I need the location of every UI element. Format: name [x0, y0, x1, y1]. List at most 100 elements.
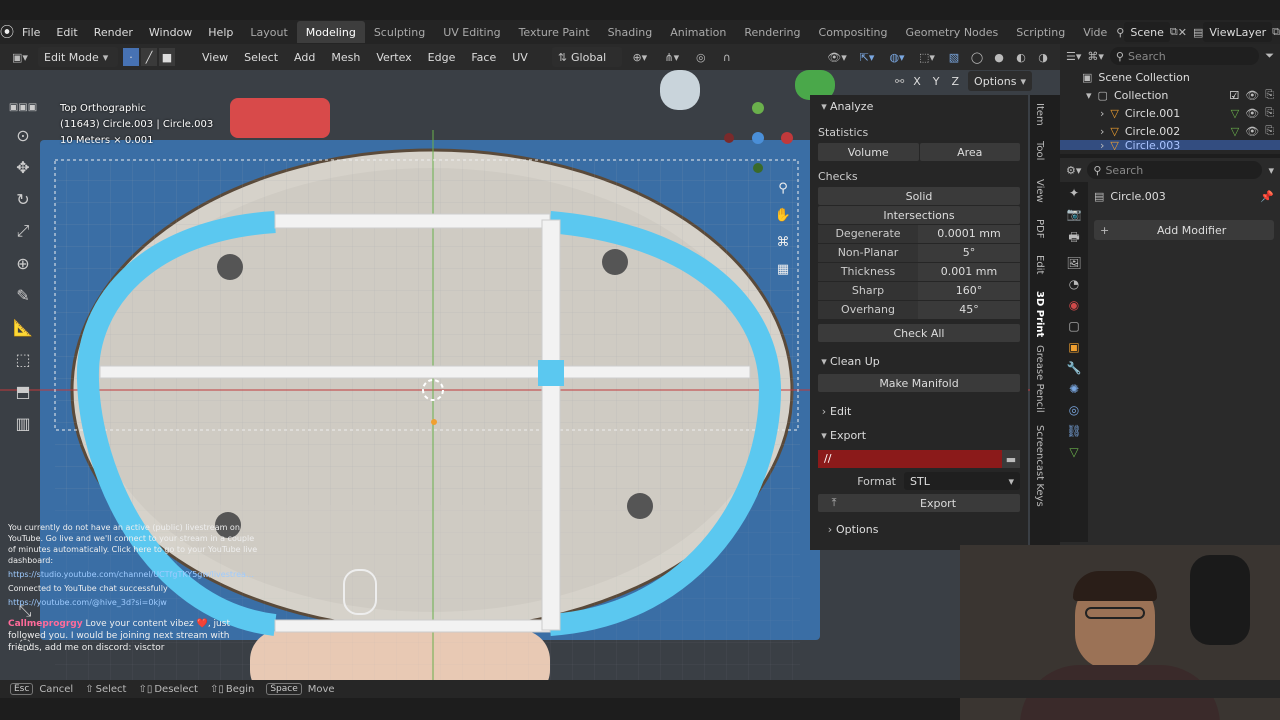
edge-select-icon[interactable]: ╱ [140, 47, 158, 67]
options-dropdown[interactable]: Options ▾ [968, 71, 1033, 91]
menu-window[interactable]: Window [141, 26, 200, 39]
area-button[interactable]: Area [919, 143, 1020, 161]
output-tab-icon[interactable]: 🖶 [1068, 228, 1079, 249]
material-shading-icon[interactable]: ◐ [1012, 51, 1030, 64]
select-box-tool-icon[interactable]: ▣▣▣ [8, 96, 38, 118]
object-name[interactable]: Circle.003 [1110, 190, 1254, 203]
tab-compositing[interactable]: Compositing [810, 21, 897, 43]
snap-icon[interactable]: ⋔▾ [658, 51, 686, 64]
annotate-tool-icon[interactable]: ✎ [8, 280, 38, 310]
new-view-layer-icon[interactable]: ⧉ [1272, 25, 1280, 39]
view-layer-icon[interactable]: ▤ [1193, 26, 1203, 39]
orientation-selector[interactable]: ⇅ Global [551, 47, 622, 67]
visibility-icon[interactable]: 👁▾ [824, 51, 850, 64]
thickness-button[interactable]: Thickness [818, 263, 918, 281]
mirror-icon[interactable]: ⚯ [895, 75, 904, 88]
non-planar-value[interactable]: 5° [918, 244, 1020, 262]
camera-icon[interactable]: ⎘ [1265, 106, 1280, 120]
menu-edit[interactable]: Edit [48, 26, 85, 39]
tab-view[interactable]: View [1034, 179, 1045, 203]
thickness-value[interactable]: 0.001 mm [918, 263, 1020, 281]
solid-button[interactable]: Solid [818, 187, 1020, 205]
solid-shading-icon[interactable]: ● [990, 51, 1008, 64]
axis-x-toggle[interactable]: X [910, 75, 924, 88]
scene-icon[interactable]: ⚲ [1116, 26, 1124, 39]
gizmo-x-negative[interactable] [724, 133, 734, 143]
gizmo-icon[interactable]: ⇱▾ [854, 51, 880, 64]
eye-icon[interactable]: 👁 [1245, 107, 1259, 120]
collection-tab-icon[interactable]: ▢ [1068, 319, 1079, 333]
view-layer-tab-icon[interactable]: 🖼 [1066, 256, 1081, 270]
menu-edge[interactable]: Edge [422, 51, 462, 64]
object-tab-icon[interactable]: ▣ [1068, 340, 1079, 354]
clean-up-header[interactable]: ▾ Clean Up [810, 350, 1028, 372]
menu-view[interactable]: View [196, 51, 234, 64]
outliner-editor-icon[interactable]: ☰▾ [1066, 50, 1081, 63]
overhang-value[interactable]: 45° [918, 301, 1020, 319]
zoom-button[interactable]: ⚲ [772, 177, 794, 199]
export-path-field[interactable]: // [818, 450, 1002, 468]
tab-item[interactable]: Item [1034, 103, 1045, 126]
gizmo-y-negative[interactable] [753, 163, 763, 173]
tab-uv-editing[interactable]: UV Editing [434, 21, 509, 43]
outliner-item[interactable]: › ▽ Circle.001 ▽ 👁 ⎘ [1060, 104, 1280, 122]
tab-grease-pencil[interactable]: Grease Pencil [1034, 345, 1045, 413]
volume-button[interactable]: Volume [818, 143, 919, 161]
eye-icon[interactable]: 👁 [1245, 125, 1259, 138]
pin-icon[interactable]: 📌 [1260, 190, 1274, 203]
gizmo-y-positive[interactable] [752, 102, 764, 114]
camera-icon[interactable]: ⎘ [1265, 124, 1280, 138]
add-cube-tool-icon[interactable]: ⬚ [8, 344, 38, 374]
inset-tool-icon[interactable]: ▥ [8, 408, 38, 438]
grid-toggle-icon[interactable]: ▦ [772, 258, 794, 280]
make-manifold-button[interactable]: Make Manifold [818, 374, 1020, 392]
modifier-tab-icon[interactable]: 🔧 [1067, 361, 1082, 375]
physics-tab-icon[interactable]: ◎ [1069, 403, 1079, 417]
menu-face[interactable]: Face [465, 51, 502, 64]
tool-tab-icon[interactable]: ✦ [1069, 186, 1079, 200]
properties-search[interactable]: ⚲ Search [1087, 161, 1263, 179]
render-tab-icon[interactable]: 📷 [1067, 207, 1082, 221]
chat-line-4[interactable]: https://youtube.com/@hive_3d?si=0kjw [8, 597, 258, 608]
scene-collection-row[interactable]: ▣ Scene Collection [1060, 68, 1280, 86]
tab-rendering[interactable]: Rendering [735, 21, 809, 43]
collection-row[interactable]: ▾ ▢ Collection ☑ 👁 ⎘ [1060, 86, 1280, 104]
tab-edit[interactable]: Edit [1034, 255, 1045, 274]
eye-icon[interactable]: 👁 [1245, 89, 1259, 102]
proportional-edit-icon[interactable]: ◎ [690, 51, 712, 64]
chevron-down-icon[interactable]: ▾ [1268, 164, 1274, 177]
constraints-tab-icon[interactable]: ⛓ [1066, 424, 1081, 438]
view-layer-selector[interactable]: ViewLayer [1203, 22, 1273, 42]
face-select-icon[interactable]: ■ [158, 47, 176, 67]
check-all-button[interactable]: Check All [818, 324, 1020, 342]
tab-scripting[interactable]: Scripting [1007, 21, 1074, 43]
menu-render[interactable]: Render [86, 26, 141, 39]
menu-uv[interactable]: UV [506, 51, 534, 64]
pan-hand-icon[interactable]: ✋ [772, 204, 794, 226]
degenerate-button[interactable]: Degenerate [818, 225, 918, 243]
tab-animation[interactable]: Animation [661, 21, 735, 43]
analyze-header[interactable]: ▾ Analyze [810, 95, 1028, 117]
format-dropdown[interactable]: STL ▾ [904, 472, 1020, 490]
data-tab-icon[interactable]: ▽ [1069, 445, 1078, 459]
measure-tool-icon[interactable]: 📐 [8, 312, 38, 342]
camera-icon[interactable]: ⎘ [1265, 88, 1280, 102]
tab-texture-paint[interactable]: Texture Paint [510, 21, 599, 43]
sharp-button[interactable]: Sharp [818, 282, 918, 300]
gizmo-z-positive[interactable] [752, 132, 764, 144]
rendered-shading-icon[interactable]: ◑ [1034, 51, 1052, 64]
scene-selector[interactable]: Scene [1124, 22, 1170, 42]
menu-vertex[interactable]: Vertex [370, 51, 417, 64]
new-scene-icon[interactable]: ⧉ [1170, 25, 1178, 39]
cursor-tool-icon[interactable]: ⊙ [8, 120, 38, 150]
menu-select[interactable]: Select [238, 51, 284, 64]
export-header[interactable]: ▾ Export [810, 424, 1028, 446]
tab-3d-print[interactable]: 3D Print [1034, 291, 1045, 337]
overlay-icon[interactable]: ◍▾ [884, 51, 910, 64]
pivot-icon[interactable]: ⊕▾ [626, 51, 654, 64]
degenerate-value[interactable]: 0.0001 mm [918, 225, 1020, 243]
world-tab-icon[interactable]: ◉ [1069, 298, 1079, 312]
tab-geometry-nodes[interactable]: Geometry Nodes [896, 21, 1007, 43]
rotate-tool-icon[interactable]: ↻ [8, 184, 38, 214]
particles-tab-icon[interactable]: ✺ [1069, 382, 1079, 396]
